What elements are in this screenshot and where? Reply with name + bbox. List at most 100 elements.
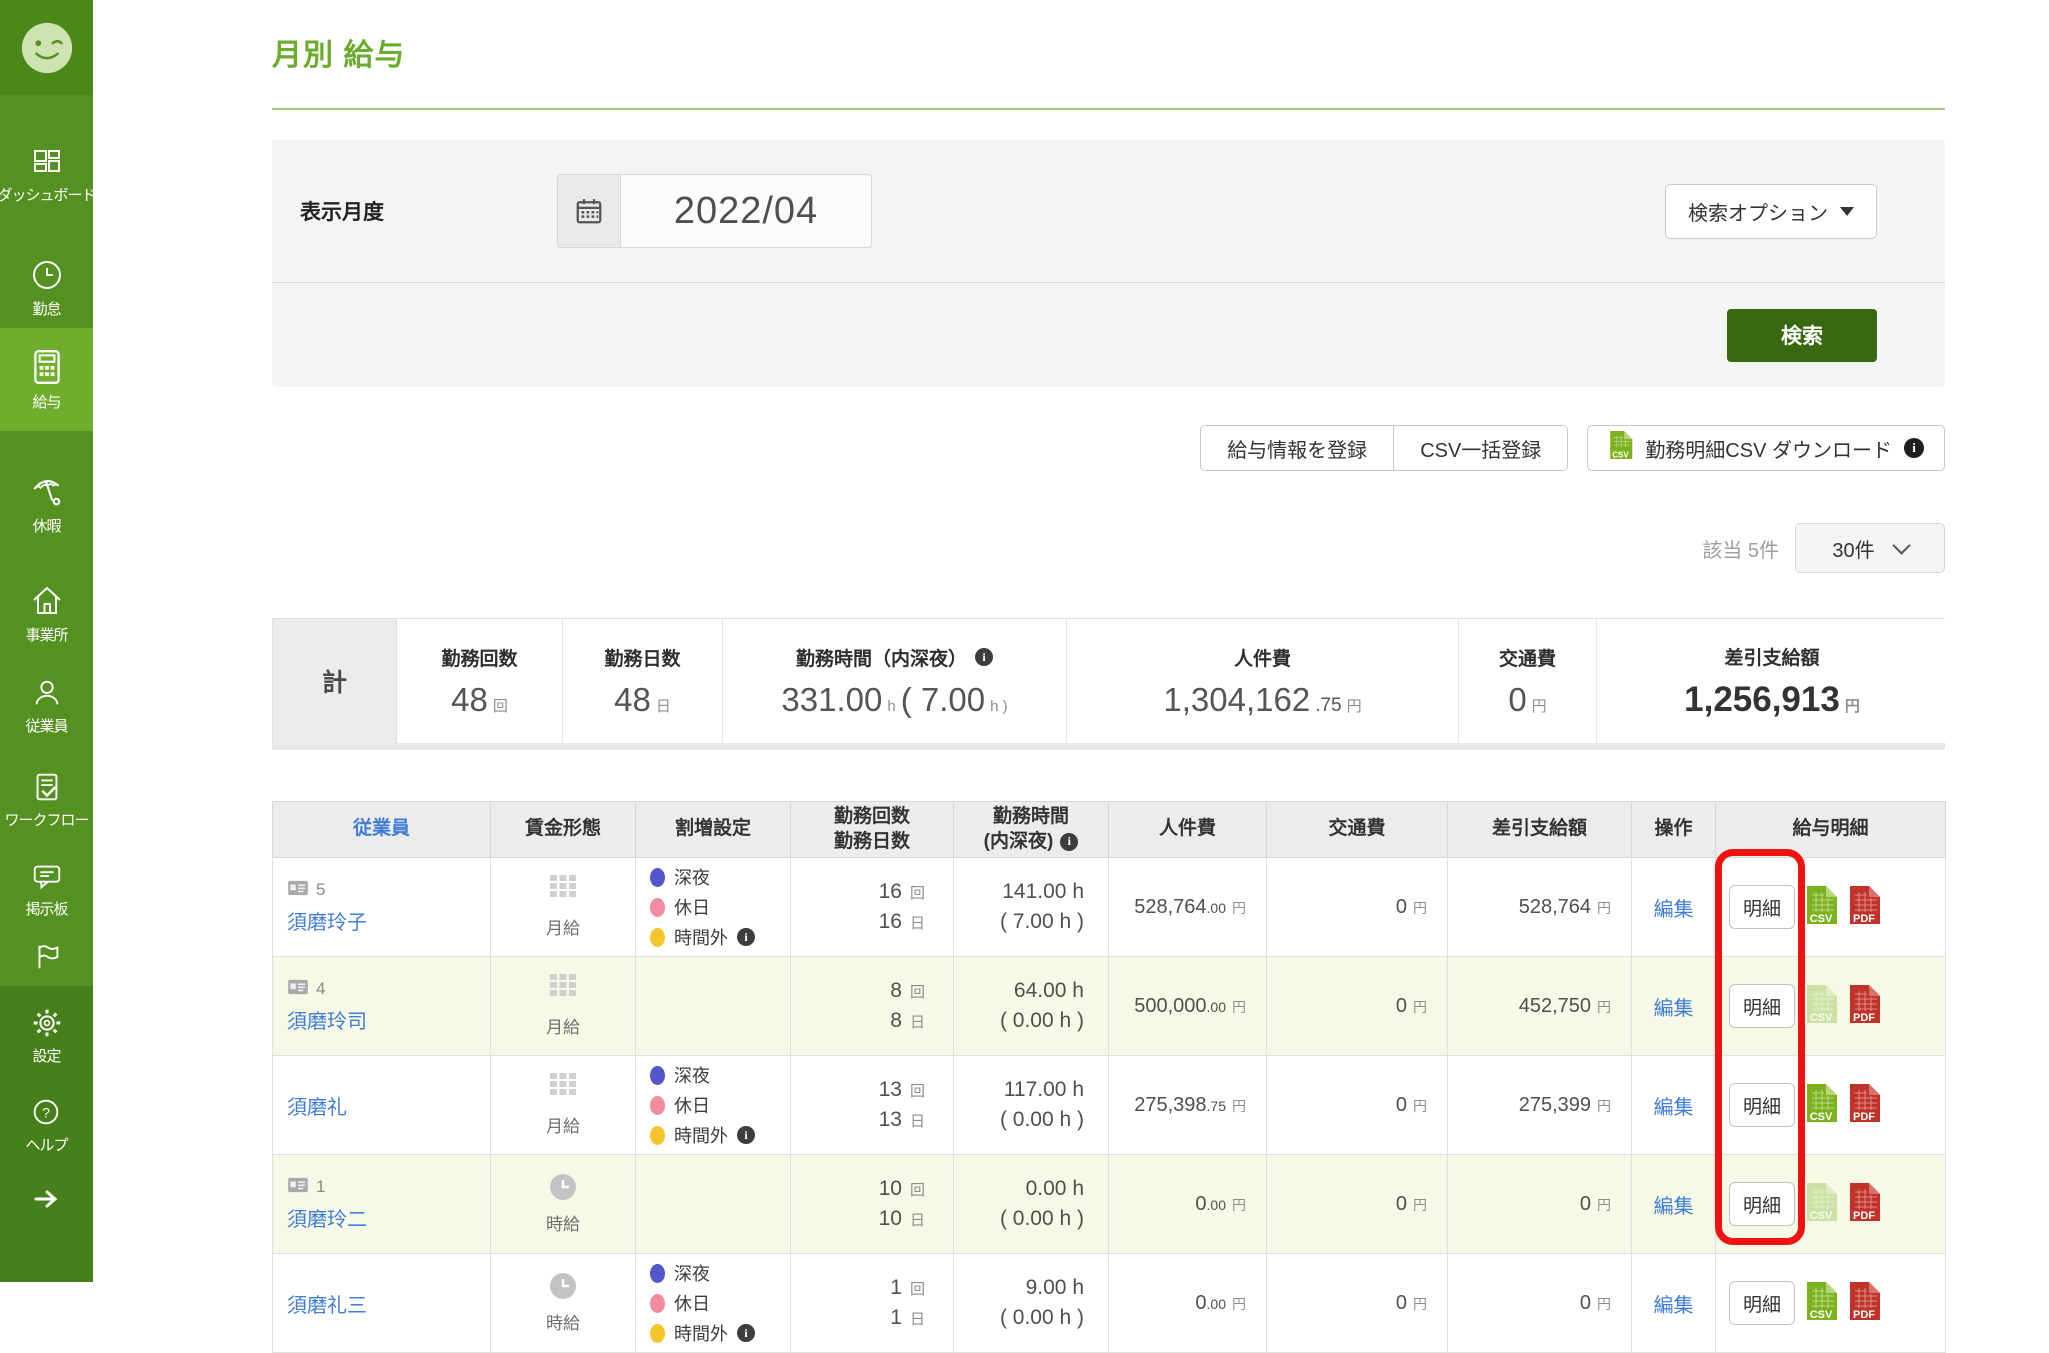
result-count: 該当 5件 (1702, 534, 1779, 563)
employee-link[interactable]: 須磨玲二 (287, 1203, 367, 1232)
night-dot-icon (650, 868, 665, 887)
sidebar-bottom: 設定 ? ヘルプ (0, 986, 93, 1282)
pdf-file-icon[interactable]: PDF (1847, 885, 1881, 930)
csv-file-icon[interactable]: CSV (1804, 1083, 1838, 1128)
overtime-dot-icon (650, 1324, 665, 1343)
employee-link[interactable]: 須磨玲子 (287, 906, 367, 935)
edit-link[interactable]: 編集 (1654, 1295, 1694, 1317)
detail-button[interactable]: 明細 (1729, 885, 1795, 929)
header-wage-type: 賃金形態 (491, 802, 636, 858)
sidebar-item-label: ヘルプ (25, 1134, 67, 1155)
info-icon[interactable] (737, 1126, 755, 1144)
overtime-dot-icon (650, 1126, 665, 1145)
csv-file-icon[interactable]: CSV (1804, 1281, 1838, 1326)
register-payroll-button[interactable]: 給与情報を登録 (1201, 426, 1394, 470)
flag-icon (30, 940, 64, 974)
info-icon[interactable] (737, 928, 755, 946)
edit-link[interactable]: 編集 (1654, 1097, 1694, 1119)
employee-id: 4 (316, 979, 325, 999)
info-icon[interactable] (737, 1324, 755, 1342)
sidebar-item-help[interactable]: ? ヘルプ (25, 1081, 67, 1164)
monthly-grid-icon (550, 1073, 576, 1108)
house-icon (29, 583, 65, 619)
sidebar-item-settings[interactable]: 設定 (30, 1000, 64, 1075)
page-title: 月別 給与 (272, 30, 1945, 110)
beach-umbrella-icon (28, 472, 66, 510)
info-icon[interactable] (1904, 438, 1924, 458)
svg-text:CSV: CSV (1810, 1309, 1833, 1321)
id-badge-icon (287, 979, 309, 1000)
speech-bubble-icon (30, 859, 64, 893)
question-circle-icon: ? (29, 1095, 63, 1129)
sidebar-nav: ダッシュボード 勤怠 給与 (0, 95, 93, 986)
csv-file-icon[interactable]: CSV (1804, 984, 1838, 1029)
detail-button[interactable]: 明細 (1729, 1281, 1795, 1325)
employee-id: 5 (316, 880, 325, 900)
pdf-file-icon[interactable]: PDF (1847, 1182, 1881, 1227)
summary-work-hours: 勤務時間（内深夜） 331.00h ( 7.00h ) (723, 619, 1067, 743)
sidebar-item-attendance[interactable]: 勤怠 (0, 214, 93, 328)
search-button[interactable]: 検索 (1727, 309, 1877, 362)
arrow-right-icon (32, 1188, 62, 1210)
employee-id: 1 (316, 1177, 325, 1197)
info-icon[interactable] (975, 648, 993, 666)
sidebar-item-workflow[interactable]: ワークフロー (0, 745, 93, 839)
monthly-grid-icon (550, 875, 576, 910)
csv-download-label: 勤務明細CSV ダウンロード (1645, 434, 1892, 463)
header-net-pay: 差引支給額 (1448, 802, 1632, 858)
night-dot-icon (650, 1264, 665, 1283)
caret-down-icon (1840, 207, 1854, 216)
sidebar-item-flag[interactable] (0, 928, 93, 986)
sidebar-item-office[interactable]: 事業所 (0, 545, 93, 654)
summary-bar: 計 勤務回数 48回 勤務日数 48日 勤務時間（内深夜） 331.00h ( … (272, 618, 1945, 750)
info-icon[interactable] (1060, 833, 1078, 851)
pdf-file-icon[interactable]: PDF (1847, 1083, 1881, 1128)
detail-button[interactable]: 明細 (1729, 984, 1795, 1028)
sidebar-item-vacation[interactable]: 休暇 (0, 431, 93, 545)
sidebar-item-dashboard[interactable]: ダッシュボード (0, 95, 93, 214)
edit-link[interactable]: 編集 (1654, 899, 1694, 921)
sidebar-item-label: 事業所 (25, 624, 67, 645)
calculator-icon (28, 348, 66, 386)
csv-bulk-register-button[interactable]: CSV一括登録 (1394, 426, 1567, 470)
svg-text:PDF: PDF (1853, 1210, 1875, 1222)
detail-button[interactable]: 明細 (1729, 1083, 1795, 1127)
csv-file-icon[interactable]: CSV (1804, 885, 1838, 930)
user-avatar[interactable] (0, 0, 93, 95)
table-row: 須磨礼三 時給 深夜 休日 時間外 (273, 1254, 1946, 1353)
edit-link[interactable]: 編集 (1654, 1196, 1694, 1218)
sidebar-item-payroll[interactable]: 給与 (0, 328, 93, 431)
sidebar-item-bulletin-board[interactable]: 掲示板 (0, 839, 93, 928)
pdf-file-icon[interactable]: PDF (1847, 1281, 1881, 1326)
month-picker[interactable]: 2022/04 (557, 174, 872, 248)
summary-work-days: 勤務日数 48日 (563, 619, 723, 743)
csv-download-button[interactable]: CSV 勤務明細CSV ダウンロード (1587, 425, 1945, 471)
header-employee[interactable]: 従業員 (273, 802, 491, 858)
sidebar-collapse-button[interactable] (32, 1170, 62, 1228)
per-page-select[interactable]: 30件 (1795, 523, 1945, 573)
employee-link[interactable]: 須磨玲司 (287, 1005, 367, 1034)
search-panel-row: 表示月度 2022/04 検索オプション (272, 140, 1945, 283)
sidebar-item-employees[interactable]: 従業員 (0, 654, 93, 745)
summary-work-count: 勤務回数 48回 (397, 619, 563, 743)
pdf-file-icon[interactable]: PDF (1847, 984, 1881, 1029)
month-value[interactable]: 2022/04 (621, 175, 871, 247)
employee-link[interactable]: 須磨礼 (287, 1091, 347, 1120)
header-labor-cost: 人件費 (1109, 802, 1267, 858)
employee-link[interactable]: 須磨礼三 (287, 1289, 367, 1318)
id-badge-icon (287, 1177, 309, 1198)
search-options-button[interactable]: 検索オプション (1665, 184, 1877, 239)
edit-link[interactable]: 編集 (1654, 998, 1694, 1020)
svg-text:PDF: PDF (1853, 1012, 1875, 1024)
svg-text:CSV: CSV (1810, 1210, 1833, 1222)
sidebar-item-label: ワークフロー (4, 809, 88, 830)
search-panel-footer: 検索 (272, 283, 1945, 387)
table-row: 5 須磨玲子 月給 深夜 休日 時間外 (273, 858, 1946, 957)
detail-button[interactable]: 明細 (1729, 1182, 1795, 1226)
csv-file-icon[interactable]: CSV (1804, 1182, 1838, 1227)
header-hours: 勤務時間(内深夜) (954, 802, 1109, 858)
summary-labor-cost: 人件費 1,304,162.75円 (1067, 619, 1459, 743)
person-icon (30, 676, 64, 710)
monthly-grid-icon (550, 974, 576, 1009)
dashboard-icon (29, 143, 65, 179)
